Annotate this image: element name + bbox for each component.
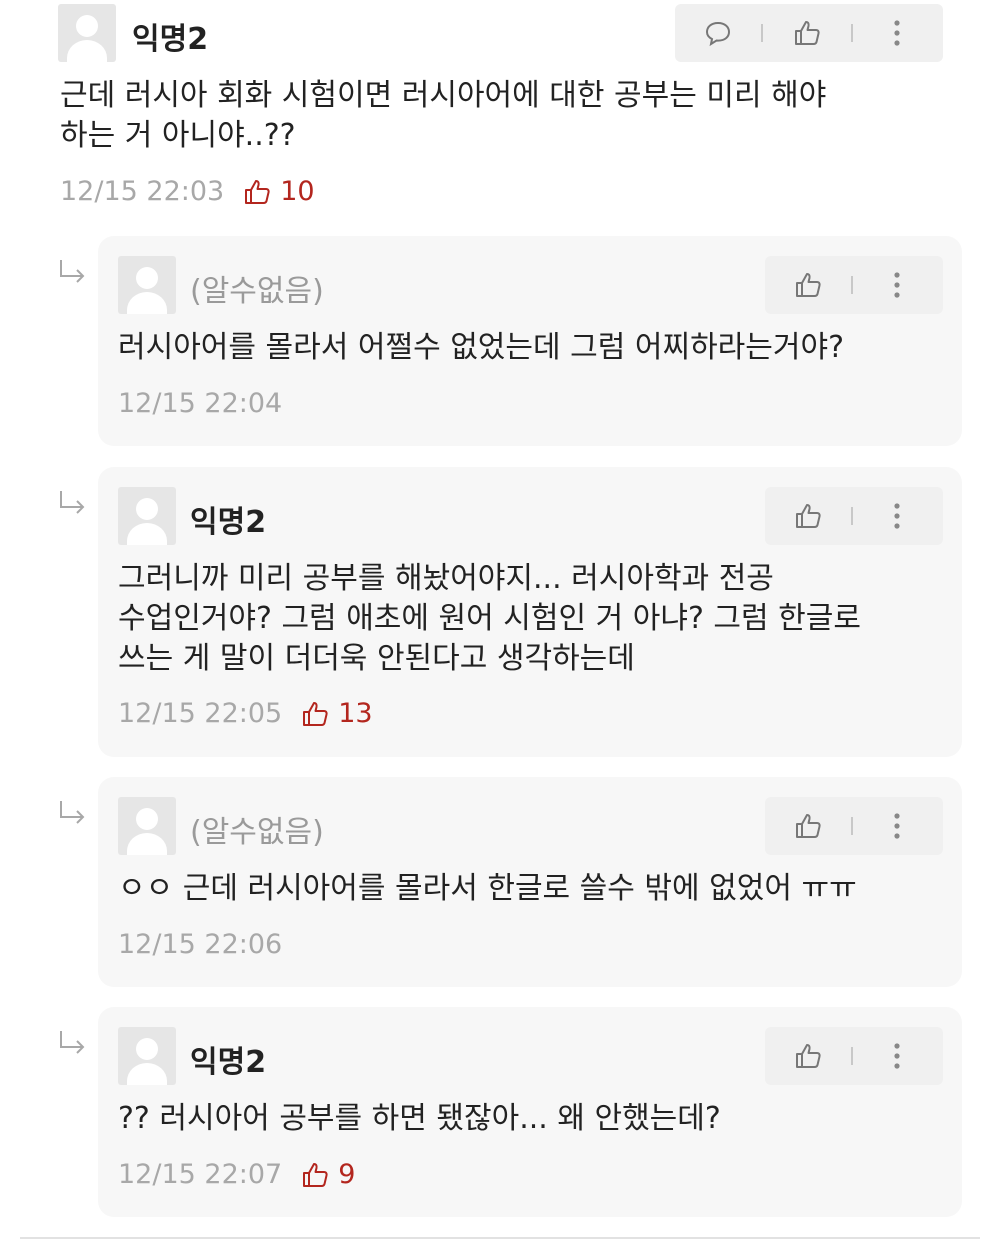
more-button[interactable] — [853, 270, 941, 300]
more-vertical-icon — [894, 272, 900, 298]
reply-card: (알수없음) 러시아어를 몰라서 어쩔수 없었는데 그럼 어찌하라는거야? 12… — [98, 236, 962, 446]
like-button[interactable] — [765, 811, 851, 841]
more-button[interactable] — [853, 811, 941, 841]
divider — [20, 1237, 980, 1239]
reply-card: 익명2 ?? 러시아어 공부를 하면 됐잖아... 왜 안했는데? 12/15 … — [98, 1007, 962, 1217]
reply-time: 12/15 22:07 — [118, 1159, 283, 1190]
reply-arrow-icon — [60, 491, 85, 514]
thumbs-up-icon — [303, 701, 328, 726]
more-button[interactable] — [853, 501, 941, 531]
reply-nickname: 익명2 — [190, 1045, 267, 1080]
comment-time: 12/15 22:03 — [60, 176, 225, 207]
avatar-icon — [118, 797, 176, 855]
like-button[interactable] — [765, 501, 851, 531]
like-count-value: 9 — [338, 1159, 356, 1190]
comment-item: 익명2 근데 러시아 회화 시험이면 러시아어에 대한 공부는 미리 해야 하는… — [0, 0, 1000, 230]
thumbs-up-icon — [245, 179, 270, 204]
avatar-icon — [118, 487, 176, 545]
like-button[interactable] — [765, 270, 851, 300]
reply-action-bar — [765, 797, 943, 855]
reply-nickname: 익명2 — [190, 505, 267, 540]
reply-arrow-icon — [60, 801, 85, 824]
more-vertical-icon — [894, 503, 900, 529]
thumbs-up-icon — [796, 273, 821, 297]
more-vertical-icon — [894, 20, 900, 46]
reply-time: 12/15 22:06 — [118, 929, 283, 960]
comment-meta: 12/15 22:03 10 — [60, 176, 315, 207]
more-vertical-icon — [894, 1043, 900, 1069]
thumbs-up-icon — [796, 814, 821, 838]
reply-action-bar — [765, 256, 943, 314]
like-button[interactable] — [763, 18, 851, 48]
like-count: 9 — [300, 1159, 355, 1190]
reply-arrow-icon — [60, 1031, 85, 1054]
reply-meta: 12/15 22:04 — [118, 388, 282, 419]
reply-arrow-icon — [60, 260, 85, 283]
comment-icon — [705, 21, 731, 47]
more-button[interactable] — [853, 18, 941, 48]
more-button[interactable] — [853, 1041, 941, 1071]
thumbs-up-icon — [303, 1162, 328, 1187]
avatar-icon — [118, 1027, 176, 1085]
reply-nickname: (알수없음) — [190, 815, 324, 850]
reply-time: 12/15 22:05 — [118, 698, 283, 729]
avatar-icon — [58, 4, 116, 62]
reply-meta: 12/15 22:07 9 — [118, 1159, 355, 1190]
like-count-value: 10 — [280, 176, 315, 207]
thumbs-up-icon — [796, 504, 821, 528]
comment-action-bar — [675, 4, 943, 62]
like-count: 10 — [242, 176, 315, 207]
comment-text: 근데 러시아 회화 시험이면 러시아어에 대한 공부는 미리 해야 하는 거 아… — [60, 78, 827, 153]
reply-text: ㅇㅇ 근데 러시아어를 몰라서 한글로 쓸수 밖에 없었어 ㅠㅠ — [118, 871, 857, 906]
thumbs-up-icon — [796, 1044, 821, 1068]
reply-action-bar — [765, 487, 943, 545]
thumbs-up-icon — [795, 21, 820, 45]
reply-time: 12/15 22:04 — [118, 388, 283, 419]
reply-action-bar — [765, 1027, 943, 1085]
comment-nickname: 익명2 — [132, 22, 209, 57]
like-button[interactable] — [765, 1041, 851, 1071]
more-vertical-icon — [894, 813, 900, 839]
reply-meta: 12/15 22:06 — [118, 929, 282, 960]
reply-card: (알수없음) ㅇㅇ 근데 러시아어를 몰라서 한글로 쓸수 밖에 없었어 ㅠㅠ … — [98, 777, 962, 987]
reply-meta: 12/15 22:05 13 — [118, 698, 373, 729]
reply-button[interactable] — [675, 19, 761, 47]
like-count-value: 13 — [338, 698, 373, 729]
reply-nickname: (알수없음) — [190, 274, 324, 309]
like-count: 13 — [300, 698, 373, 729]
reply-text: ?? 러시아어 공부를 하면 됐잖아... 왜 안했는데? — [118, 1101, 721, 1136]
avatar-icon — [118, 256, 176, 314]
reply-card: 익명2 그러니까 미리 공부를 해놨어야지... 러시아학과 전공 수업인거야?… — [98, 467, 962, 757]
reply-text: 그러니까 미리 공부를 해놨어야지... 러시아학과 전공 수업인거야? 그럼 … — [118, 561, 861, 676]
reply-text: 러시아어를 몰라서 어쩔수 없었는데 그럼 어찌하라는거야? — [118, 330, 845, 365]
